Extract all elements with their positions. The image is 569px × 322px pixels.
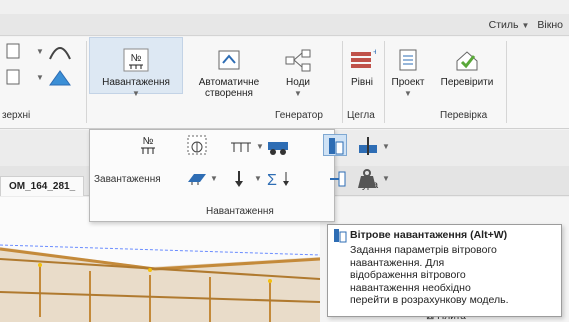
document-tab[interactable]: OM_164_281_ [0,176,85,196]
tooltip-body: Задання параметрів вітрового навантаженн… [350,244,555,307]
loads-dropdown-panel: № Завантаження ▼ ▼ ▼ ▼ Σ ▼ Навантаження [89,129,390,222]
chevron-down-icon[interactable]: ▼ [382,174,390,183]
nodes-button[interactable]: Ноди ▼ [278,47,318,99]
chevron-down-icon[interactable]: ▼ [382,142,390,151]
tooltip-line: навантаження. Для [350,256,445,269]
loads-icon[interactable]: № [138,134,158,158]
svg-text:+: + [373,47,376,57]
auto-create-label: Автоматичне створення [198,77,260,99]
check-group-label: Перевірка [440,110,488,121]
area-load-icon[interactable] [186,170,208,186]
loading-label[interactable]: Завантаження [94,174,161,185]
chevron-down-icon: ▼ [294,89,302,98]
project-label: Проект [391,77,425,88]
load-sum-icon[interactable]: Σ [266,170,292,188]
force-arrow-icon[interactable] [232,170,246,188]
divider [384,41,385,123]
title-bar [0,0,569,14]
chevron-down-icon[interactable]: ▼ [210,174,218,183]
auto-create-icon [218,50,240,70]
generator-group-label: Генератор [275,110,323,121]
project-button[interactable]: Проект ▼ [386,47,430,99]
chevron-down-icon[interactable]: ▼ [254,174,262,183]
chevron-down-icon: ▼ [521,21,530,30]
check-house-icon [456,51,478,71]
style-menu[interactable]: Стиль ▼ [489,19,530,31]
nodes-label: Ноди [286,77,310,88]
chevron-down-icon[interactable]: ▼ [36,47,44,56]
chevron-down-icon: ▼ [132,89,140,98]
divider [506,41,507,123]
brick-group-label: Цегла [347,110,375,121]
wall-icon[interactable] [6,43,20,59]
levels-icon: + [351,47,376,68]
nodes-icon [285,49,311,72]
weight-icon[interactable] [356,168,378,190]
point-load-icon[interactable] [186,134,208,156]
check-label: Перевірити [440,77,494,88]
auto-create-button[interactable]: Автоматичне створення [184,47,274,99]
roof-icon[interactable] [48,67,72,87]
svg-text:Σ: Σ [267,172,277,188]
tooltip-line: Задання параметрів вітрового [350,244,497,256]
project-icon [399,49,417,71]
vehicle-load-icon[interactable] [266,138,290,156]
loads-group-label: Навантаження [206,206,274,217]
loads-icon: № [123,48,149,72]
divider [86,41,87,123]
chevron-down-icon[interactable]: ▼ [256,142,264,151]
chevron-down-icon: ▼ [404,89,412,98]
arch-icon[interactable] [48,41,72,61]
levels-label: Рівні [351,77,373,88]
menu-bar: Стиль ▼ Вікно [0,14,569,36]
loads-button-label: Навантаження [102,77,170,88]
svg-text:№: № [143,136,154,147]
tooltip-line: навантаження необхідно [350,281,471,294]
wind-load-icon[interactable] [327,137,345,155]
tooltip-line: перейти в розрахункову модель. [350,294,509,306]
surfaces-group-label: зерхні [2,110,31,121]
ribbon: ▼ ▼ зерхні № Навантаження ▼ Автоматичне с… [0,37,569,129]
chevron-down-icon[interactable]: ▼ [36,73,44,82]
tooltip-line: відображення вітрового [350,269,466,281]
divider [342,41,343,123]
svg-text:№: № [131,53,142,64]
check-button[interactable]: Перевірити [432,47,502,88]
wind-load-tooltip: Вітрове навантаження (Alt+W) Задання пар… [327,224,562,317]
tooltip-title: Вітрове навантаження (Alt+W) [350,229,508,241]
wind-load-icon [334,229,347,243]
support-load-icon[interactable] [357,135,379,157]
loads-button[interactable]: № Навантаження ▼ [90,47,182,99]
wind-pressure-icon[interactable] [327,170,347,188]
window-menu[interactable]: Вікно [537,19,563,31]
levels-button[interactable]: + Рівні [344,47,380,88]
distributed-load-icon[interactable] [230,140,252,154]
slab-icon[interactable] [6,69,20,85]
